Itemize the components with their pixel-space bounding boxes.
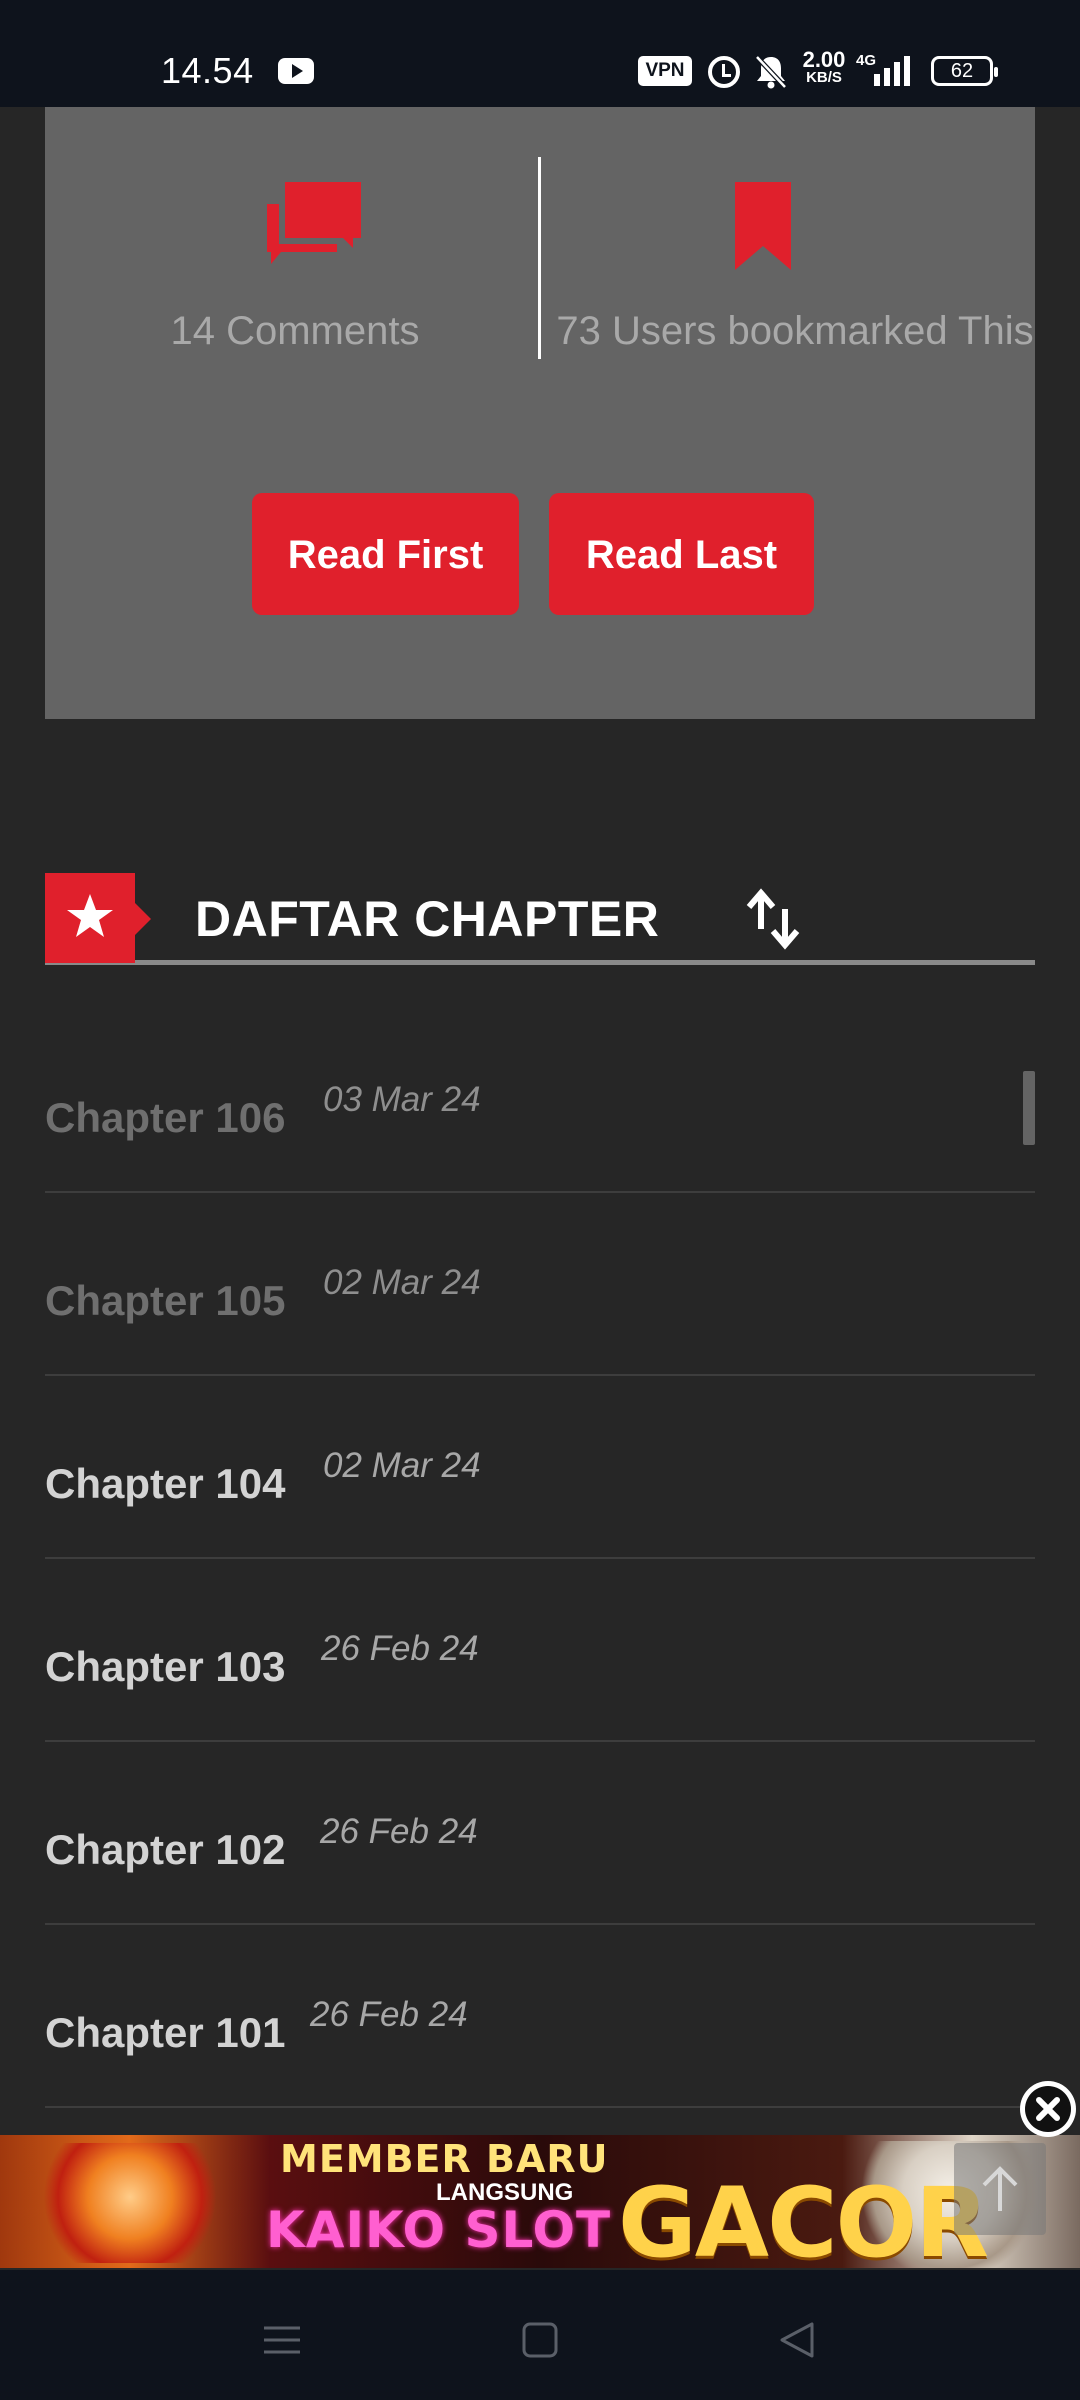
system-navigation-bar [0,2270,1080,2400]
chapter-name[interactable]: Chapter 105 [45,1273,285,1329]
chapter-row[interactable]: Chapter 106 03 Mar 24 [45,1010,1035,1193]
chapter-row[interactable]: Chapter 103 26 Feb 24 [45,1559,1035,1742]
back-icon[interactable] [768,2310,828,2370]
vpn-icon: VPN [638,56,692,86]
chapter-date: 03 Mar 24 [323,1080,481,1119]
ad-headline: MEMBER BARU [280,2137,609,2181]
chapter-list: Chapter 106 03 Mar 24 Chapter 105 02 Mar… [45,1010,1035,2108]
arrow-up-icon [982,2166,1018,2211]
ad-close-circle [1025,2086,1071,2132]
ad-close-button[interactable] [1020,2081,1076,2137]
ad-character-left [30,2143,230,2263]
chapter-name[interactable]: Chapter 102 [45,1822,285,1878]
card-divider [538,157,541,359]
chapter-date: 26 Feb 24 [320,1812,478,1851]
sort-icon[interactable] [745,887,801,951]
ad-banner[interactable]: MEMBER BARU LANGSUNG KAIKO SLOT GACOR [0,2135,1080,2268]
section-title: DAFTAR CHAPTER [195,891,660,947]
chapter-row[interactable]: Chapter 101 26 Feb 24 [45,1925,1035,2108]
close-icon [1036,2097,1060,2121]
chapter-name[interactable]: Chapter 106 [45,1090,285,1146]
chapter-name[interactable]: Chapter 103 [45,1639,285,1695]
mute-notifications-icon [755,55,787,89]
chapter-name[interactable]: Chapter 104 [45,1456,285,1512]
chapter-date: 26 Feb 24 [310,1995,468,2034]
home-icon[interactable] [510,2310,570,2370]
chapter-name[interactable]: Chapter 101 [45,2005,285,2061]
signal-icon [874,56,910,86]
read-last-button[interactable]: Read Last [549,493,814,615]
scroll-to-top-button[interactable] [954,2143,1046,2235]
status-time: 14.54 [161,50,254,91]
comments-count: 14 Comments [170,309,420,353]
network-speed: 2.00 KB/S [797,49,851,86]
chapter-row[interactable]: Chapter 102 26 Feb 24 [45,1742,1035,1925]
read-first-button[interactable]: Read First [252,493,519,615]
ad-brand: KAIKO SLOT [266,2201,612,2259]
youtube-notification-icon [278,58,314,84]
chapter-date: 02 Mar 24 [323,1263,481,1302]
bookmark-icon [735,182,791,270]
list-scrollbar[interactable] [1023,1071,1035,1145]
series-info-card: 14 Comments 73 Users bookmarked This Rea… [45,107,1035,719]
star-icon [67,894,113,937]
battery-icon: 62 [931,56,998,86]
ad-tagline: GACOR [618,2167,989,2268]
chapter-row[interactable]: Chapter 104 02 Mar 24 [45,1376,1035,1559]
star-flag [45,873,151,963]
recent-apps-icon[interactable] [252,2310,312,2370]
chapter-row[interactable]: Chapter 105 02 Mar 24 [45,1193,1035,1376]
chapter-date: 26 Feb 24 [321,1629,479,1668]
chapter-list-header: DAFTAR CHAPTER [45,873,1035,965]
comments-icon [267,182,361,264]
bookmarks-count: 73 Users bookmarked This [556,309,1034,353]
network-speed-unit: KB/S [806,69,842,86]
chapter-date: 02 Mar 24 [323,1446,481,1485]
status-bar: 14.54 VPN 2.00 KB/S 4G 62 [0,0,1080,107]
alarm-icon [708,56,740,88]
